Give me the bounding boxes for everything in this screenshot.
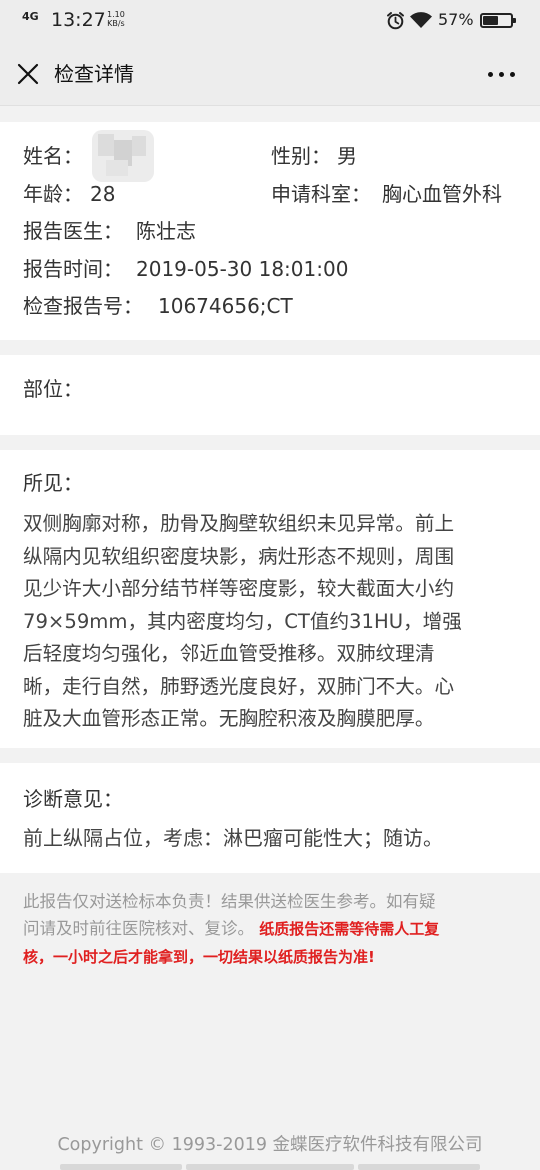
battery-fill [483,16,499,25]
diagnosis-text: 前上纵隔占位，考虑：淋巴瘤可能性大；随访。 [23,826,443,850]
findings-line: 后轻度均匀强化，邻近血管受推移。双肺纹理清 [23,642,435,665]
network-speed: 1.10 KB/s [107,10,125,28]
battery-percent: 57% [438,10,474,29]
bottom-bars [60,1164,480,1170]
report-number-label: 检查报告号： [23,294,143,318]
status-bar: 4G 13:27 1.10 KB/s 57% [0,0,540,42]
battery-icon [480,13,516,28]
notice-warning-2: 核，一小时之后才能拿到，一切结果以纸质报告为准! [23,948,375,966]
alarm-icon [386,11,405,34]
network-indicator: 4G [22,10,39,23]
notice-warning-1: 纸质报告还需等待需人工复 [259,920,440,938]
department-label: 申请科室： [271,182,371,206]
age-value: 28 [90,182,116,206]
copyright-text: Copyright © 1993-2019 金蝶医疗软件科技有限公司 [57,1135,483,1155]
doctor-value: 陈壮志 [136,219,196,243]
gender-value: 男 [337,144,357,168]
report-notice: 此报告仅对送检标本负责！结果供送检医生参考。如有疑 问请及时前往医院核对、复诊。… [23,888,523,971]
position-label: 部位： [23,377,83,401]
report-time-label: 报告时间： [23,257,123,281]
findings-line: 脏及大血管形态正常。无胸腔积液及胸膜肥厚。 [23,707,435,730]
notice-line-1: 此报告仅对送检标本负责！结果供送检医生参考。如有疑 [23,892,436,911]
findings-text: 双侧胸廓对称，肋骨及胸壁软组织未见异常。前上 纵隔内见软组织密度块影，病灶形态不… [23,508,523,736]
name-label: 姓名： [23,144,83,168]
status-time: 13:27 [51,9,106,31]
findings-label: 所见： [23,471,83,495]
doctor-label: 报告医生： [23,219,123,243]
findings-line: 晰，走行自然，肺野透光度良好，双肺门不大。心 [23,674,455,698]
more-options-icon[interactable] [488,72,516,78]
nav-bar: 检查详情 [0,42,540,106]
diagnosis-card [0,763,540,873]
findings-line: 79×59mm，其内密度均匀，CT值约31HU，增强 [23,609,462,633]
notice-line-2: 问请及时前往医院核对、复诊。 [23,919,254,938]
page-title: 检查详情 [54,62,134,86]
network-speed-unit: KB/s [107,19,125,28]
gender-label: 性别： [271,144,331,168]
report-number-value: 10674656;CT [158,294,293,318]
network-speed-value: 1.10 [107,10,125,19]
diagnosis-label: 诊断意见： [23,787,123,811]
findings-line: 纵隔内见软组织密度块影，病灶形态不规则，周围 [23,544,455,568]
report-time-value: 2019-05-30 18:01:00 [136,257,349,281]
patient-name-blurred [92,130,154,182]
department-value: 胸心血管外科 [382,182,502,206]
wifi-icon [409,11,433,33]
age-label: 年龄： [23,182,83,206]
findings-line: 双侧胸廓对称，肋骨及胸壁软组织未见异常。前上 [23,512,455,535]
close-icon[interactable] [16,62,40,86]
findings-line: 见少许大小部分结节样等密度影，较大截面大小约 [23,577,455,600]
